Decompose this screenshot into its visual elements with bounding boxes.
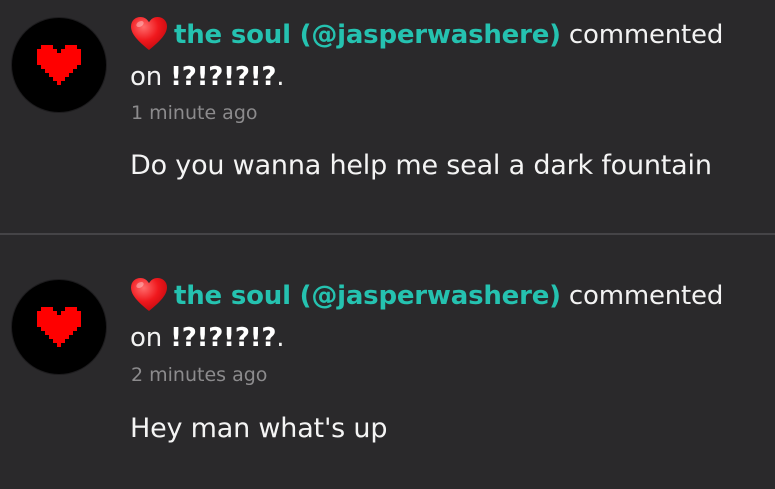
user-avatar[interactable] [12,18,106,112]
comment-notification[interactable]: the soul (@jasperwashere) commented on !… [0,235,775,489]
punctuation: . [276,323,285,353]
action-text: commented [568,281,724,311]
red-heart-emoji-icon [130,277,168,313]
timestamp: 2 minutes ago [131,364,268,386]
comment-text: Do you wanna help me seal a dark fountai… [130,150,712,181]
username-link[interactable]: the soul (@jasperwashere) [174,20,561,50]
notification-headline: the soul (@jasperwashere) commented on !… [130,275,750,359]
comment-text: Hey man what's up [130,413,388,444]
red-heart-emoji-icon [130,16,168,52]
notification-headline: the soul (@jasperwashere) commented on !… [130,14,750,98]
post-title-link[interactable]: !?!?!?!? [170,62,276,92]
preposition-text: on [130,62,162,92]
punctuation: . [276,62,285,92]
username-link[interactable]: the soul (@jasperwashere) [174,281,561,311]
user-avatar[interactable] [12,280,106,374]
action-text: commented [568,20,724,50]
pixel-heart-icon [37,307,81,347]
preposition-text: on [130,323,162,353]
timestamp: 1 minute ago [131,102,258,124]
pixel-heart-icon [37,45,81,85]
post-title-link[interactable]: !?!?!?!? [170,323,276,353]
comment-notification[interactable]: the soul (@jasperwashere) commented on !… [0,0,775,233]
